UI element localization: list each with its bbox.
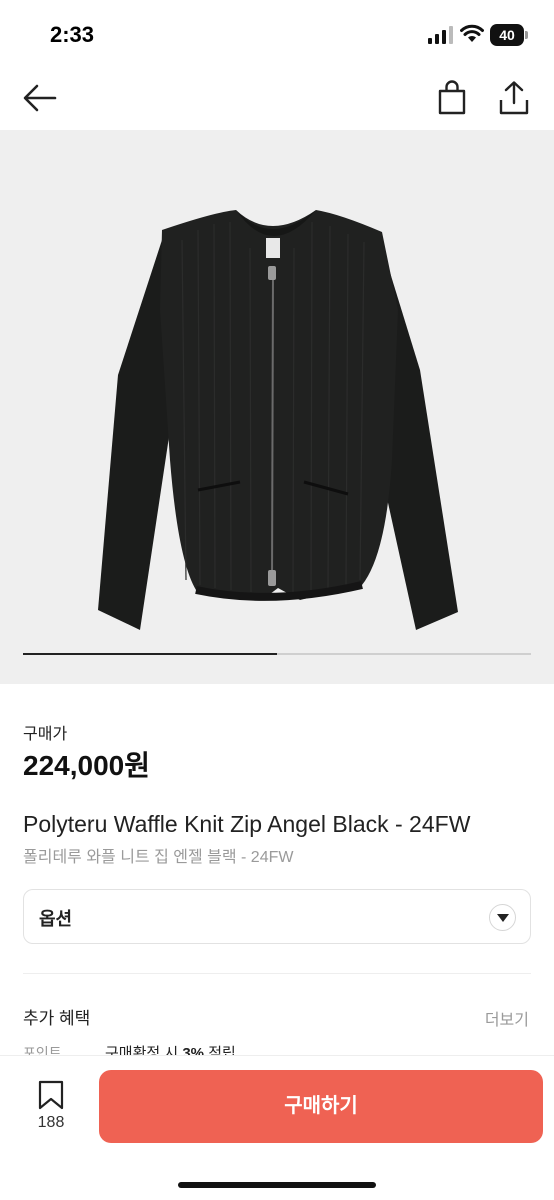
cellular-signal-icon	[428, 26, 453, 44]
product-name-korean: 폴리테루 와플 니트 집 엔젤 블랙 - 24FW	[23, 849, 294, 866]
price-label: 구매가	[23, 726, 68, 743]
arrow-left-icon[interactable]	[22, 82, 58, 114]
home-indicator	[178, 1182, 376, 1188]
gallery-progress-fill	[23, 653, 277, 655]
battery-cap	[525, 31, 528, 39]
product-image-gallery[interactable]	[0, 130, 554, 684]
battery-level: 40	[490, 24, 524, 46]
wish-button[interactable]: 188	[28, 1080, 74, 1134]
chevron-down-icon	[497, 914, 509, 922]
wifi-icon	[460, 24, 484, 42]
bookmark-icon	[38, 1080, 64, 1110]
benefits-more-link[interactable]: 더보기	[485, 1006, 529, 1030]
nav-bar	[0, 70, 554, 130]
option-arrow[interactable]	[489, 904, 516, 931]
battery-indicator: 40	[490, 24, 528, 46]
benefits-title: 추가 혜택	[23, 1009, 91, 1028]
option-label: 옵션	[39, 909, 73, 929]
bottom-action-bar: 188 구매하기	[0, 1055, 554, 1200]
gallery-progress-track	[23, 653, 531, 655]
status-time: 2:33	[50, 22, 95, 47]
shopping-bag-icon[interactable]	[436, 80, 468, 116]
wish-count: 188	[37, 1114, 65, 1131]
product-image	[98, 210, 458, 630]
option-select[interactable]: 옵션	[23, 889, 531, 944]
section-divider	[23, 973, 531, 974]
share-icon[interactable]	[497, 80, 531, 116]
product-price: 224,000원	[23, 750, 150, 781]
buy-button[interactable]: 구매하기	[99, 1070, 543, 1143]
status-bar: 2:33 40	[0, 0, 554, 70]
product-name: Polyteru Waffle Knit Zip Angel Black - 2…	[23, 811, 471, 837]
